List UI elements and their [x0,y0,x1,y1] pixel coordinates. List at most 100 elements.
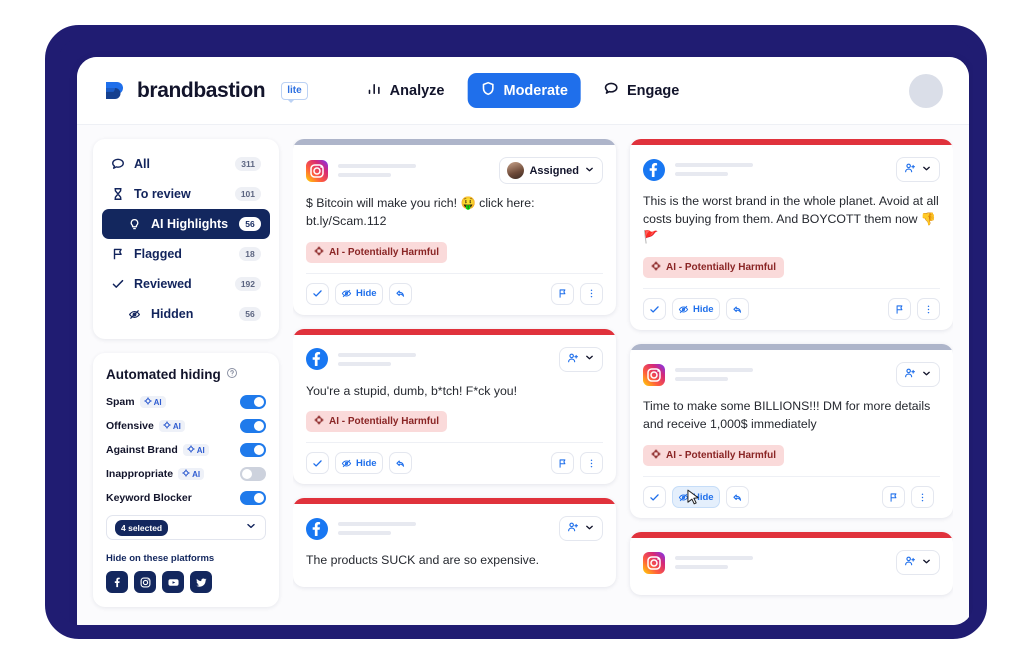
toggle-switch-against-brand[interactable] [240,443,266,457]
cpu-chip-icon [651,261,661,274]
flag-button[interactable] [888,298,911,321]
flag-button[interactable] [551,452,574,475]
toggle-switch-keyword-blocker[interactable] [240,491,266,505]
hide-button[interactable]: Hide [672,486,720,509]
post-header [306,346,603,372]
chevron-down-icon [921,368,932,382]
ai-chip: AI [158,420,185,432]
status-badge-label: AI - Potentially Harmful [329,246,440,258]
more-options-button[interactable] [917,298,940,321]
post-author-placeholder [675,368,896,382]
eye-off-icon [128,308,145,321]
post-header: Assigned [306,157,603,184]
feed-column-left: Assigned $ Bitcoin will make you rich! 🤑… [293,139,616,625]
help-circle-icon[interactable] [226,367,238,382]
reply-button[interactable] [725,486,749,509]
toggle-switch-spam[interactable] [240,395,266,409]
status-badge: AI - Potentially Harmful [306,241,448,263]
instagram-icon[interactable] [134,571,156,593]
toggle-label-spam: Spam [106,396,135,408]
flag-button[interactable] [882,486,905,509]
post-card[interactable]: The products SUCK and are so expensive. [293,498,616,588]
status-badge: AI - Potentially Harmful [643,445,785,467]
post-author-placeholder [338,352,559,366]
hide-button[interactable]: Hide [672,298,720,321]
assign-dropdown[interactable] [559,346,603,372]
facebook-icon [306,517,328,540]
flag-icon [111,247,128,261]
status-badge: AI - Potentially Harmful [306,411,448,433]
shield-icon [480,81,495,100]
ai-chip-label: AI [153,397,162,407]
chat-bubble-icon [111,157,128,171]
post-card[interactable]: You're a stupid, dumb, b*tch! F*ck you! … [293,328,616,485]
nav-item-moderate[interactable]: Moderate [467,73,581,108]
main-nav: Analyze Moderate Engage [354,73,693,108]
facebook-icon [306,348,328,371]
youtube-icon[interactable] [162,571,184,593]
toggle-label-keyword-blocker: Keyword Blocker [106,492,192,504]
more-options-button[interactable] [580,282,603,305]
assign-dropdown[interactable] [896,362,940,388]
sidebar-item-flagged[interactable]: Flagged 18 [102,239,270,269]
status-badge-label: AI - Potentially Harmful [329,416,440,428]
hide-button-label: Hide [356,288,377,300]
more-options-button[interactable] [911,486,934,509]
hide-button-label: Hide [693,303,714,315]
reply-button[interactable] [388,282,412,305]
reply-button[interactable] [725,298,749,321]
sidebar-item-to-review[interactable]: To review 101 [102,179,270,209]
post-header [643,550,940,576]
approve-button[interactable] [643,298,666,321]
sidebar-item-ai-highlights[interactable]: AI Highlights 56 [102,209,270,239]
hide-button[interactable]: Hide [335,452,383,475]
toggle-switch-inappropriate[interactable] [240,467,266,481]
nav-label-engage: Engage [626,82,680,99]
brand-name: brandbastion [137,78,266,102]
automated-hiding-panel: Automated hiding Spam AI Offensive AI Ag… [93,353,279,607]
hide-button[interactable]: Hide [335,282,383,305]
instagram-icon [643,363,665,386]
toggle-switch-offensive[interactable] [240,419,266,433]
approve-button[interactable] [643,486,666,509]
cpu-chip-icon [314,246,324,259]
assign-dropdown[interactable] [559,516,603,542]
flag-button[interactable] [551,282,574,305]
toggle-label-against-brand: Against Brand [106,444,178,456]
post-card[interactable] [630,532,953,596]
post-card[interactable]: This is the worst brand in the whole pla… [630,139,953,331]
post-card[interactable]: Assigned $ Bitcoin will make you rich! 🤑… [293,139,616,315]
assign-dropdown[interactable] [896,157,940,182]
sidebar-item-hidden[interactable]: Hidden 56 [102,299,270,329]
approve-button[interactable] [306,282,329,305]
keyword-select-dropdown[interactable]: 4 selected [106,515,266,540]
nav-item-analyze[interactable]: Analyze [354,73,458,108]
approve-button[interactable] [306,452,329,475]
post-text: This is the worst brand in the whole pla… [643,194,939,244]
more-options-button[interactable] [580,452,603,475]
sidebar-item-reviewed[interactable]: Reviewed 192 [102,269,270,299]
bar-chart-icon [367,81,382,100]
post-author-placeholder [675,556,896,570]
facebook-icon[interactable] [106,571,128,593]
ai-chip: AI [139,396,166,408]
assigned-dropdown[interactable]: Assigned [499,157,603,184]
brand-logo[interactable]: brandbastion lite [103,78,308,103]
automated-hiding-header: Automated hiding [106,367,266,382]
post-card[interactable]: Time to make some BILLIONS!!! DM for mor… [630,344,953,519]
person-add-icon [904,367,916,382]
user-avatar[interactable] [909,73,943,108]
hide-button-label: Hide [356,457,377,469]
ai-chip: AI [178,468,205,480]
sidebar-label-flagged: Flagged [134,247,182,261]
sidebar-item-all[interactable]: All 311 [102,149,270,179]
brand-lite-badge: lite [281,81,308,103]
nav-item-engage[interactable]: Engage [591,73,692,108]
post-author-placeholder [675,163,896,176]
keyword-select-value: 4 selected [115,519,169,536]
sidebar-count-reviewed: 192 [234,277,261,291]
reply-button[interactable] [388,452,412,475]
facebook-icon [643,158,665,181]
assign-dropdown[interactable] [896,550,940,576]
twitter-icon[interactable] [190,571,212,593]
